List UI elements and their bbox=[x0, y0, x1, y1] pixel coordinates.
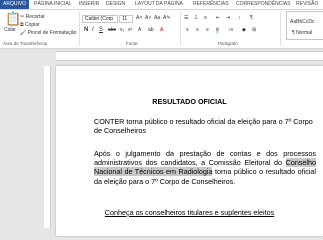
format-painter-button[interactable]: 🖌 Pincel de Formatação bbox=[20, 30, 76, 36]
numbering-icon[interactable]: ⒈ bbox=[194, 15, 199, 22]
bold-icon[interactable]: N bbox=[84, 27, 88, 34]
sort-icon[interactable]: ↕ bbox=[238, 15, 241, 22]
font-group-label: Fonte bbox=[126, 41, 138, 46]
shrink-font-icon[interactable]: A˅ bbox=[145, 15, 151, 22]
tab-layout[interactable]: LAYOUT DA PÁGINA bbox=[135, 0, 183, 9]
align-left-icon[interactable]: ≡ bbox=[186, 27, 189, 34]
tab-correspondencias[interactable]: CORRESPONDÊNCIAS bbox=[236, 0, 290, 9]
superscript-icon[interactable]: x² bbox=[128, 27, 132, 34]
ribbon-tab-bar: ARQUIVO PÁGINA INICIAL INSERIR DESIGN LA… bbox=[0, 0, 323, 10]
paragraph-group-label: Parágrafo bbox=[218, 41, 238, 46]
bullets-icon[interactable]: ☰ bbox=[184, 15, 188, 22]
paste-icon[interactable]: 📋 bbox=[5, 12, 21, 26]
strikethrough-icon[interactable]: abc bbox=[108, 27, 116, 34]
multilevel-list-icon[interactable]: ≡ bbox=[204, 15, 207, 22]
paragraph-1: CONTER torna público o resultado oficial… bbox=[94, 117, 313, 136]
tab-referencias[interactable]: REFERÊNCIAS bbox=[193, 0, 229, 9]
italic-icon[interactable]: I bbox=[92, 27, 94, 34]
ruler-strip bbox=[56, 51, 323, 61]
increase-indent-icon[interactable]: ⇥ bbox=[226, 15, 230, 22]
show-marks-icon[interactable]: ¶ bbox=[250, 15, 253, 22]
align-center-icon[interactable]: ≡ bbox=[196, 27, 199, 34]
brush-icon: 🖌 bbox=[20, 30, 28, 36]
align-right-icon[interactable]: ≡ bbox=[206, 27, 209, 34]
paragraph-3: Conheça os conselheiros titulares e supl… bbox=[104, 208, 275, 217]
ribbon: 📋 Colar ✂ Recortar ⧉ Copiar 🖌 Pincel de … bbox=[0, 10, 323, 49]
document-title: RESULTADO OFICIAL bbox=[152, 97, 227, 106]
tab-inserir[interactable]: INSERIR bbox=[79, 0, 99, 9]
divider bbox=[180, 12, 181, 46]
shading-icon[interactable]: ◆ bbox=[242, 27, 246, 34]
highlight-icon[interactable]: ab bbox=[148, 27, 154, 34]
font-name-select[interactable]: Calibri (Corp bbox=[82, 15, 118, 23]
paragraph-2-text: Após o julgamento da prestação de contas… bbox=[94, 149, 316, 168]
divider bbox=[280, 12, 281, 46]
subscript-icon[interactable]: x₂ bbox=[120, 27, 124, 34]
document-page[interactable]: RESULTADO OFICIAL CONTER torna público o… bbox=[56, 66, 323, 236]
style-normal-tile[interactable]: AaBbCcDc ¶ Normal bbox=[286, 11, 323, 40]
text-effects-icon[interactable]: A bbox=[138, 27, 141, 34]
paragraph-2: Após o julgamento da prestação de contas… bbox=[94, 149, 316, 186]
underline-icon[interactable]: S bbox=[99, 27, 103, 34]
clear-format-icon[interactable]: A✎ bbox=[163, 15, 171, 22]
divider bbox=[79, 12, 80, 46]
justify-icon[interactable]: ≡ bbox=[216, 27, 219, 34]
font-size-select[interactable]: 11 bbox=[119, 15, 133, 23]
tab-arquivo[interactable]: ARQUIVO bbox=[0, 0, 30, 9]
tab-pagina-inicial[interactable]: PÁGINA INICIAL bbox=[34, 0, 72, 9]
paste-button[interactable]: Colar bbox=[4, 27, 16, 33]
grow-font-icon[interactable]: A˄ bbox=[136, 15, 142, 22]
vertical-ruler[interactable] bbox=[44, 66, 51, 228]
borders-icon[interactable]: ⊞ bbox=[252, 27, 256, 34]
copy-button[interactable]: ⧉ Copiar bbox=[20, 22, 40, 28]
style-normal-label: ¶ Normal bbox=[292, 30, 313, 36]
tab-design[interactable]: DESIGN bbox=[106, 0, 125, 9]
clipboard-group-label: Área de Transferência bbox=[3, 41, 48, 46]
decrease-indent-icon[interactable]: ⇤ bbox=[216, 15, 220, 22]
line-spacing-icon[interactable]: ↕≡ bbox=[228, 27, 233, 34]
font-color-icon[interactable]: A bbox=[160, 27, 163, 34]
style-preview: AaBbCcDc bbox=[290, 19, 315, 25]
cut-button[interactable]: ✂ Recortar bbox=[20, 14, 45, 20]
change-case-icon[interactable]: Aa bbox=[154, 15, 160, 22]
horizontal-ruler[interactable] bbox=[0, 49, 323, 62]
tab-revisao[interactable]: REVISÃO bbox=[296, 0, 318, 9]
